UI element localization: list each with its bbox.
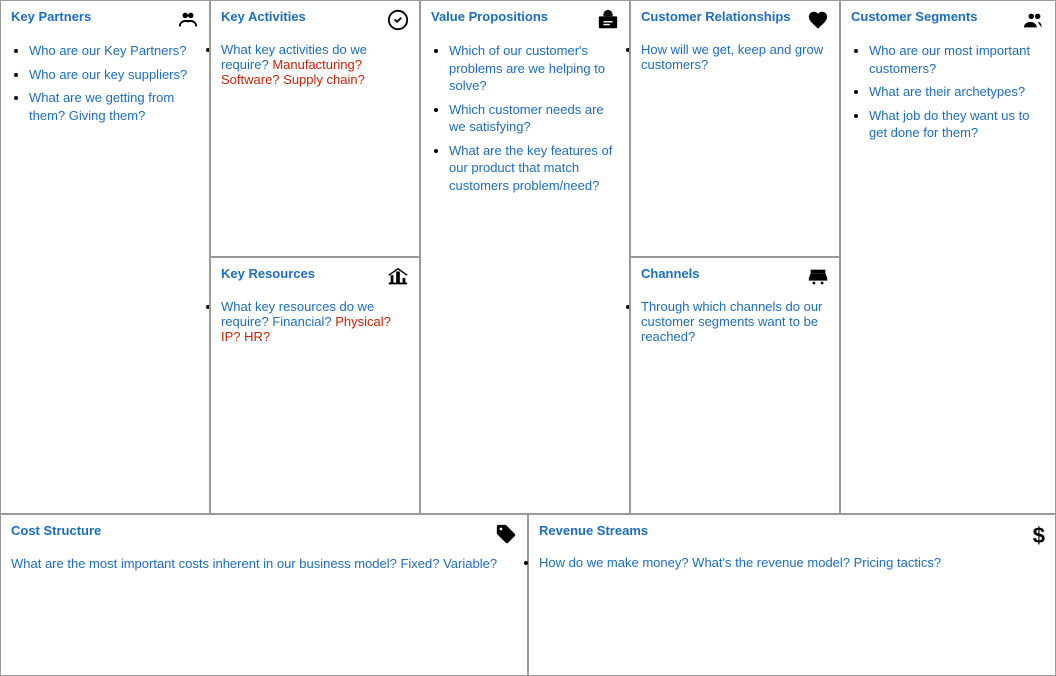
revenue-streams-list: How do we make money? What's the revenue… — [539, 555, 1045, 570]
list-item: What key activities do we require? Manuf… — [221, 42, 409, 87]
list-item: Who are our Key Partners? — [29, 42, 199, 60]
list-item: How do we make money? What's the revenue… — [539, 555, 1045, 570]
channels-title: Channels — [641, 266, 700, 281]
channels-icon — [807, 266, 829, 293]
key-activities-icon — [387, 9, 409, 36]
channels-list: Through which channels do our customer s… — [641, 299, 829, 344]
customer-segments-title: Customer Segments — [851, 9, 977, 24]
key-partners-cell: Key Partners Who are our Key Partners? W… — [1, 1, 211, 513]
revenue-streams-header: Revenue Streams $ — [539, 523, 1045, 549]
value-propositions-header: Value Propositions — [431, 9, 619, 36]
cost-structure-header: Cost Structure — [11, 523, 517, 550]
cost-structure-icon — [495, 523, 517, 550]
customer-relationships-icon — [807, 9, 829, 36]
list-item: Who are our most important customers? — [869, 42, 1045, 77]
list-item: What job do they want us to get done for… — [869, 107, 1045, 142]
customer-segments-icon — [1023, 9, 1045, 36]
key-activities-cell: Key Activities What key activities do we… — [211, 1, 419, 258]
customer-relationships-header: Customer Relationships — [641, 9, 829, 36]
top-section: Key Partners Who are our Key Partners? W… — [1, 1, 1055, 515]
revenue-streams-icon: $ — [1033, 523, 1045, 549]
list-item: Who are our key suppliers? — [29, 66, 199, 84]
value-propositions-cell: Value Propositions Which of our customer… — [421, 1, 631, 513]
bottom-section: Cost Structure What are the most importa… — [1, 515, 1055, 675]
list-item: What are the most important costs inhere… — [11, 556, 517, 571]
list-item: Which of our customer's problems are we … — [449, 42, 619, 95]
cost-structure-cell: Cost Structure What are the most importa… — [1, 515, 529, 675]
customer-relationships-cell: Customer Relationships How will we get, … — [631, 1, 839, 258]
channels-cell: Channels Through which channels do our c… — [631, 258, 839, 513]
list-item: What are their archetypes? — [869, 83, 1045, 101]
channels-header: Channels — [641, 266, 829, 293]
customer-relationships-title: Customer Relationships — [641, 9, 791, 24]
customer-segments-list: Who are our most important customers? Wh… — [851, 42, 1045, 142]
cust-rel-channels-col: Customer Relationships How will we get, … — [631, 1, 841, 513]
key-partners-list: Who are our Key Partners? Who are our ke… — [11, 42, 199, 124]
list-item: What are we getting from them? Giving th… — [29, 89, 199, 124]
list-item: What key resources do we require? Financ… — [221, 299, 409, 344]
list-item: Through which channels do our customer s… — [641, 299, 829, 344]
key-resources-title: Key Resources — [221, 266, 315, 281]
business-model-canvas: Key Partners Who are our Key Partners? W… — [0, 0, 1056, 676]
list-item: How will we get, keep and grow customers… — [641, 42, 829, 72]
cost-structure-title: Cost Structure — [11, 523, 101, 538]
key-activities-list: What key activities do we require? Manuf… — [221, 42, 409, 87]
value-propositions-title: Value Propositions — [431, 9, 548, 24]
key-resources-header: Key Resources — [221, 266, 409, 293]
value-propositions-icon — [597, 9, 619, 36]
key-partners-icon — [177, 9, 199, 36]
key-partners-header: Key Partners — [11, 9, 199, 36]
key-activities-resources-col: Key Activities What key activities do we… — [211, 1, 421, 513]
customer-relationships-list: How will we get, keep and grow customers… — [641, 42, 829, 72]
list-item: Which customer needs are we satisfying? — [449, 101, 619, 136]
key-resources-list: What key resources do we require? Financ… — [221, 299, 409, 344]
key-activities-title: Key Activities — [221, 9, 306, 24]
key-partners-title: Key Partners — [11, 9, 91, 24]
customer-segments-cell: Customer Segments Who are our most impor… — [841, 1, 1055, 513]
key-resources-icon — [387, 266, 409, 293]
value-propositions-list: Which of our customer's problems are we … — [431, 42, 619, 194]
key-activities-header: Key Activities — [221, 9, 409, 36]
key-resources-cell: Key Resources What key resources do we r… — [211, 258, 419, 513]
customer-segments-header: Customer Segments — [851, 9, 1045, 36]
revenue-streams-cell: Revenue Streams $ How do we make money? … — [529, 515, 1055, 675]
cost-structure-list: What are the most important costs inhere… — [11, 556, 517, 571]
revenue-streams-title: Revenue Streams — [539, 523, 648, 538]
list-item: What are the key features of our product… — [449, 142, 619, 195]
